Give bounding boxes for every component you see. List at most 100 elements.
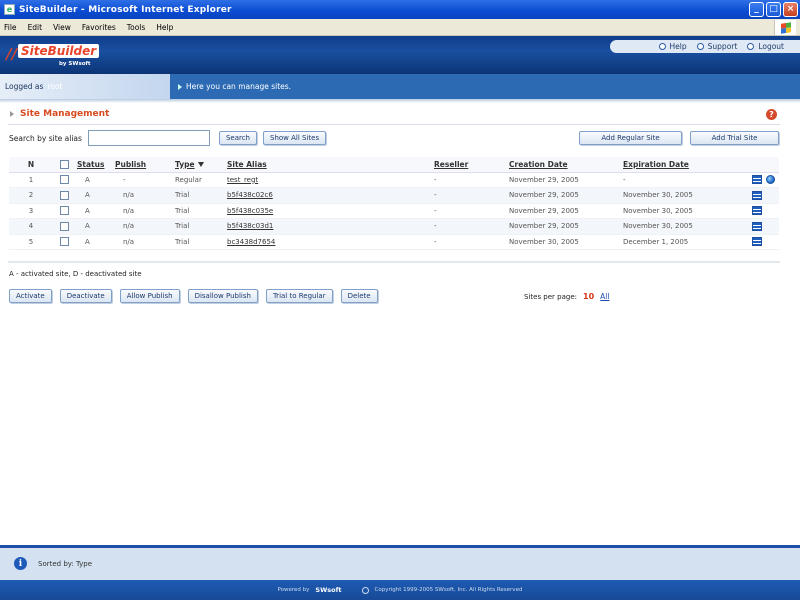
site-alias-link[interactable]: b5f438c03d1 bbox=[227, 222, 273, 230]
menu-tools[interactable]: Tools bbox=[127, 23, 145, 32]
table-row: 5 A n/a Trial bc3438d7654 - November 30,… bbox=[9, 234, 779, 250]
logo-text: SiteBuilder bbox=[18, 44, 100, 58]
add-regular-site-button[interactable]: Add Regular Site bbox=[579, 131, 682, 145]
edit-site-icon[interactable] bbox=[752, 175, 762, 185]
sitebuilder-logo[interactable]: // SiteBuilder by SWsoft bbox=[6, 42, 104, 70]
help-icon bbox=[658, 43, 666, 50]
table-divider bbox=[8, 261, 780, 263]
sites-per-page: Sites per page: 10 All bbox=[524, 292, 609, 301]
site-alias-link[interactable]: b5f438c02c6 bbox=[227, 191, 273, 199]
arrow-right-icon bbox=[178, 83, 182, 90]
col-status[interactable]: Status bbox=[75, 157, 113, 173]
page-title: Site Management bbox=[20, 109, 110, 119]
delete-button[interactable]: Delete bbox=[340, 289, 378, 303]
sort-desc-icon bbox=[197, 162, 204, 168]
show-all-sites-button[interactable]: Show All Sites bbox=[263, 131, 327, 145]
close-button[interactable]: × bbox=[783, 2, 798, 17]
edit-site-icon[interactable] bbox=[752, 237, 762, 247]
collapse-arrow-icon[interactable] bbox=[10, 111, 14, 117]
menu-help[interactable]: Help bbox=[156, 23, 173, 32]
sorted-by-text: Sorted by: Type bbox=[38, 560, 93, 568]
support-link[interactable]: Support bbox=[696, 42, 737, 51]
logo-mark-icon: // bbox=[6, 45, 17, 63]
row-checkbox[interactable] bbox=[59, 237, 69, 247]
status-legend: A - activated site, D - deactivated site bbox=[9, 270, 142, 278]
table-row: 2 A n/a Trial b5f438c02c6 - November 29,… bbox=[9, 187, 779, 204]
allow-publish-button[interactable]: Allow Publish bbox=[119, 289, 180, 303]
copyright-text: Copyright 1999-2005 SWsoft, Inc. All Rig… bbox=[374, 587, 523, 593]
logo-by: by SWsoft bbox=[59, 61, 91, 67]
activate-button[interactable]: Activate bbox=[9, 289, 52, 303]
disallow-publish-button[interactable]: Disallow Publish bbox=[187, 289, 258, 303]
menu-favorites[interactable]: Favorites bbox=[82, 23, 116, 32]
col-creation-date[interactable]: Creation Date bbox=[507, 157, 621, 173]
top-links: Help Support Logout bbox=[610, 40, 800, 53]
col-site-alias[interactable]: Site Alias bbox=[225, 157, 432, 173]
app-header: // SiteBuilder by SWsoft Help Support Lo… bbox=[0, 36, 800, 74]
table-row: 3 A n/a Trial b5f438c035e - November 29,… bbox=[9, 203, 779, 219]
edit-site-icon[interactable] bbox=[752, 221, 762, 231]
maximize-button[interactable]: □ bbox=[766, 2, 781, 17]
minimize-button[interactable]: _ bbox=[749, 2, 764, 17]
context-help-icon[interactable]: ? bbox=[766, 109, 777, 120]
menu-bar: File Edit View Favorites Tools Help bbox=[0, 19, 800, 36]
window-title: SiteBuilder - Microsoft Internet Explore… bbox=[19, 4, 232, 15]
site-alias-link[interactable]: bc3438d7654 bbox=[227, 238, 275, 246]
col-type[interactable]: Type bbox=[173, 157, 225, 173]
col-n: N bbox=[9, 157, 53, 173]
edit-site-icon[interactable] bbox=[752, 190, 762, 200]
row-checkbox[interactable] bbox=[59, 190, 69, 200]
support-icon bbox=[696, 43, 704, 50]
logged-bar: Logged as root Here you can manage sites… bbox=[0, 74, 800, 103]
row-checkbox[interactable] bbox=[59, 175, 69, 185]
menu-edit[interactable]: Edit bbox=[28, 23, 43, 32]
window-controls: _ □ × bbox=[749, 2, 798, 17]
table-row: 1 A - Regular test_regt - November 29, 2… bbox=[9, 172, 779, 188]
logout-link[interactable]: Logout bbox=[747, 42, 784, 51]
logout-icon bbox=[747, 43, 755, 50]
page-footer: Powered by SWsoft Copyright 1999-2005 SW… bbox=[0, 580, 800, 600]
action-buttons: Activate Deactivate Allow Publish Disall… bbox=[9, 289, 378, 303]
site-alias-link[interactable]: b5f438c035e bbox=[227, 207, 273, 215]
col-reseller[interactable]: Reseller bbox=[432, 157, 507, 173]
search-label: Search by site alias bbox=[9, 133, 82, 143]
site-alias-link[interactable]: test_regt bbox=[227, 176, 258, 184]
per-page-all-link[interactable]: All bbox=[600, 292, 609, 301]
search-button[interactable]: Search bbox=[218, 131, 257, 145]
table-row: 4 A n/a Trial b5f438c03d1 - November 29,… bbox=[9, 218, 779, 235]
menu-view[interactable]: View bbox=[53, 23, 71, 32]
table-header-row: N Status Publish Type Site Alias Reselle… bbox=[9, 157, 779, 173]
app-icon: e bbox=[4, 4, 15, 15]
copyright-icon bbox=[361, 586, 369, 594]
powered-by-label: Powered by bbox=[277, 587, 310, 593]
edit-site-icon[interactable] bbox=[752, 206, 762, 216]
publish-globe-icon[interactable] bbox=[766, 175, 775, 185]
logged-as: Logged as root bbox=[0, 74, 170, 99]
search-row: Search by site alias Search Show All Sit… bbox=[9, 130, 779, 146]
status-bar: i Sorted by: Type bbox=[0, 545, 800, 580]
section-header: Site Management bbox=[10, 109, 109, 119]
select-all-checkbox[interactable] bbox=[59, 160, 69, 169]
add-trial-site-button[interactable]: Add Trial Site bbox=[690, 131, 779, 145]
sites-table: N Status Publish Type Site Alias Reselle… bbox=[9, 157, 779, 250]
help-link[interactable]: Help bbox=[658, 42, 687, 51]
swsoft-logo[interactable]: SWsoft bbox=[315, 586, 341, 594]
col-expiration-date[interactable]: Expiration Date bbox=[621, 157, 735, 173]
per-page-current: 10 bbox=[583, 292, 595, 301]
deactivate-button[interactable]: Deactivate bbox=[59, 289, 112, 303]
row-checkbox[interactable] bbox=[59, 221, 69, 231]
logged-user: root bbox=[47, 82, 63, 91]
row-checkbox[interactable] bbox=[59, 206, 69, 216]
windows-logo-icon bbox=[774, 20, 796, 35]
col-tools bbox=[735, 157, 779, 173]
col-publish[interactable]: Publish bbox=[113, 157, 173, 173]
col-select-all bbox=[53, 157, 75, 173]
section-divider bbox=[8, 124, 780, 125]
context-message: Here you can manage sites. bbox=[178, 82, 291, 91]
menu-file[interactable]: File bbox=[4, 23, 17, 32]
info-icon: i bbox=[14, 557, 27, 570]
trial-to-regular-button[interactable]: Trial to Regular bbox=[265, 289, 333, 303]
per-page-label: Sites per page: bbox=[524, 292, 578, 301]
search-input[interactable] bbox=[87, 130, 210, 146]
window-title-bar[interactable]: e SiteBuilder - Microsoft Internet Explo… bbox=[0, 0, 800, 19]
